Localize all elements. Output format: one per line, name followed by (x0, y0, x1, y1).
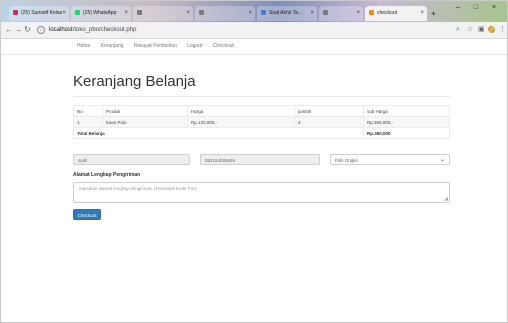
close-icon[interactable]: × (186, 6, 190, 21)
address-textarea[interactable]: masukan alamat lengkap pengiriman (Terma… (73, 182, 450, 203)
new-tab-button[interactable]: + (431, 8, 441, 20)
tab-favicon-icon (13, 10, 18, 16)
total-row: Total Belanja Rp.360,000 (73, 127, 450, 139)
address-bar[interactable]: i localhost/toko_pbo/checkout.php (35, 24, 453, 36)
browser-window: (25) Sumatif Kelas × (25) WhatsApp × × × S… (0, 0, 508, 323)
shipping-select-value: Pilih Ongkir (335, 158, 359, 163)
close-icon[interactable]: × (248, 6, 252, 21)
cell-harga: Rp.120,000,- (187, 116, 295, 128)
nav-item-home[interactable]: Home (77, 43, 90, 49)
close-icon[interactable]: × (420, 6, 424, 21)
tab-favicon-icon (323, 10, 328, 16)
resize-grip-icon[interactable]: ◢ (444, 196, 448, 202)
title-divider (73, 96, 450, 97)
back-icon[interactable]: ← (5, 24, 13, 36)
navbar-divider (1, 54, 507, 55)
checkout-button[interactable]: Checkout (73, 209, 101, 220)
name-field[interactable]: syafi (73, 154, 190, 165)
page-title: Keranjang Belanja (73, 73, 196, 90)
address-placeholder: masukan alamat lengkap pengiriman (Terma… (79, 186, 198, 191)
table-row: 1 Kaos Polo Rp.120,000,- 3 Rp.360,000,- (73, 116, 450, 128)
col-header-subharga: sub Harga (363, 105, 450, 117)
cell-produk: Kaos Polo (102, 116, 188, 128)
tab-favicon-icon (199, 10, 204, 16)
nav-item-logout[interactable]: Logout (187, 43, 202, 49)
cell-subharga: Rp.360,000,- (363, 116, 450, 128)
close-icon[interactable]: × (356, 6, 360, 21)
cart-table: No Produk Harga jumlah sub Harga 1 Kaos … (73, 105, 450, 139)
menu-icon[interactable]: ⋮ (499, 25, 506, 35)
cell-no: 1 (73, 116, 103, 128)
browser-tab[interactable]: (25) Sumatif Kelas × (9, 6, 69, 21)
browser-tab[interactable]: Soal Akhir Ta... × (257, 6, 317, 21)
browser-tab[interactable]: × (195, 6, 255, 21)
tab-favicon-icon (369, 10, 374, 16)
col-header-harga: Harga (187, 105, 295, 117)
total-label: Total Belanja (73, 127, 364, 139)
tab-favicon-icon (75, 10, 80, 16)
reload-icon[interactable]: ↻ (24, 24, 31, 36)
browser-tab[interactable]: × (133, 6, 193, 21)
nav-item-riwayat[interactable]: Riwayat Pembelian (134, 43, 177, 49)
tab-favicon-icon (261, 10, 266, 16)
site-navbar: Home Keranjang Riwayat Pembelian Logout … (77, 43, 243, 49)
profile-icon[interactable] (488, 26, 495, 33)
col-header-produk: Produk (102, 105, 188, 117)
total-value: Rp.360,000 (363, 127, 450, 139)
browser-toolbar: ← → ↻ i localhost/toko_pbo/checkout.php … (1, 22, 507, 39)
address-url[interactable]: localhost/toko_pbo/checkout.php (49, 25, 136, 35)
nav-item-keranjang[interactable]: Keranjang (101, 43, 124, 49)
star-icon[interactable]: ☆ (467, 25, 473, 35)
tab-favicon-icon (137, 10, 142, 16)
chevron-down-icon: ⌄ (439, 157, 445, 163)
browser-tab[interactable]: (25) WhatsApp × (71, 6, 131, 21)
search-icon[interactable]: ⌕ (456, 25, 460, 35)
col-header-jumlah: jumlah (294, 105, 364, 117)
extensions-icon[interactable]: ▣ (478, 25, 485, 35)
close-icon[interactable]: × (62, 6, 66, 21)
browser-tab-active[interactable]: checkout × (365, 6, 427, 21)
cell-jumlah: 3 (294, 116, 364, 128)
col-header-no: No (73, 105, 103, 117)
table-header-row: No Produk Harga jumlah sub Harga (73, 105, 450, 117)
forward-icon[interactable]: → (14, 24, 22, 36)
browser-tab[interactable]: × (319, 6, 363, 21)
shipping-select[interactable]: Pilih Ongkir ⌄ (330, 154, 450, 165)
close-icon[interactable]: × (310, 6, 314, 21)
nav-item-checkout[interactable]: Checkout (213, 43, 234, 49)
tab-strip: (25) Sumatif Kelas × (25) WhatsApp × × × S… (1, 1, 507, 22)
address-label: Alamat Lengkap Pengiriman (73, 172, 141, 178)
close-icon[interactable]: × (124, 6, 128, 21)
phone-field[interactable]: 082154025646 (200, 154, 320, 165)
info-icon[interactable]: i (37, 26, 45, 34)
window-controls[interactable]: – □ × (456, 4, 502, 11)
